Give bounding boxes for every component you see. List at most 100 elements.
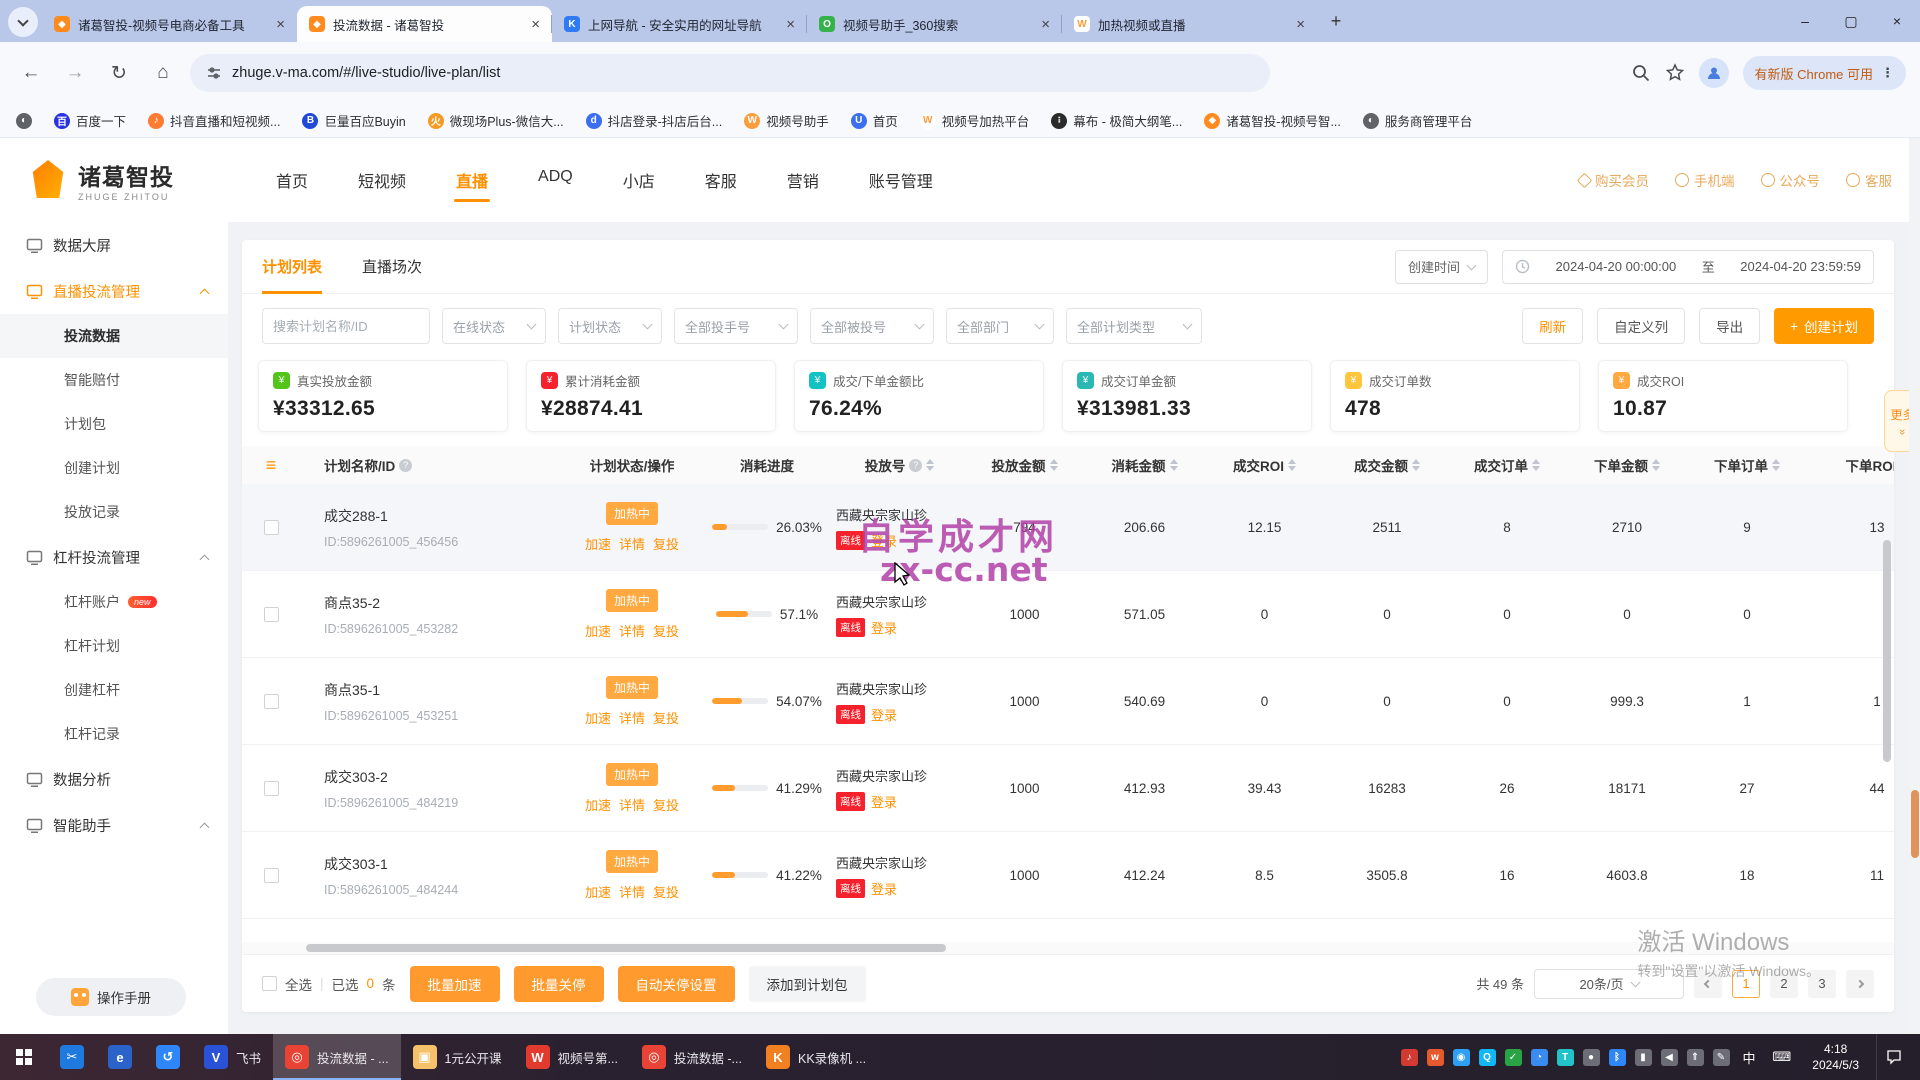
address-bar[interactable]: zhuge.v-ma.com/#/live-studio/live-plan/l… [190,54,1270,92]
sort-icons[interactable] [1050,459,1058,471]
batch-button-批量关停[interactable]: 批量关停 [514,966,604,1002]
todesk-icon[interactable]: T [1557,1049,1574,1066]
sidebar-subitem-杠杆计划[interactable]: 杠杆计划 [0,624,228,668]
taskbar-app[interactable]: ↺ [144,1034,192,1080]
create-plan-button[interactable]: + 创建计划 [1774,308,1874,344]
back-button[interactable]: ← [14,56,48,90]
browser-menu-icon[interactable]: ⋮ [1881,65,1894,81]
row-checkbox[interactable] [264,694,279,709]
login-link[interactable]: 登录 [871,531,897,550]
window-close-button[interactable]: × [1874,0,1920,42]
bookmark-item[interactable]: W 视频号加热平台 [920,111,1030,130]
sidebar-subitem-智能赔付[interactable]: 智能赔付 [0,358,228,402]
quick-link-1[interactable]: 购买会员 [1579,170,1649,190]
table-row[interactable]: 商点35-2 ID:5896261005_453282 加热中 加速详情复投 5… [242,571,1894,658]
next-page-button[interactable] [1846,970,1874,998]
customize-columns-button[interactable]: 自定义列 [1597,308,1685,344]
column-header-投放号[interactable]: 投放号? [832,455,967,475]
row-checkbox[interactable] [264,781,279,796]
sort-icons[interactable] [1288,459,1296,471]
taskbar-app-1元公开课[interactable]: ▣ 1元公开课 [401,1034,514,1080]
security-icon[interactable]: ✓ [1505,1049,1522,1066]
table-row[interactable]: 商点35-1 ID:5896261005_453251 加热中 加速详情复投 5… [242,658,1894,745]
refresh-button[interactable]: ↻ [102,56,136,90]
nav-item-5[interactable]: 小店 [621,140,657,220]
sidebar-subitem-杠杆记录[interactable]: 杠杆记录 [0,712,228,756]
bookmark-item[interactable]: 百 百度一下 [54,111,126,130]
row-checkbox[interactable] [264,520,279,535]
tab-close-icon[interactable]: × [274,15,287,34]
sidebar-subitem-投流数据[interactable]: 投流数据 [0,314,228,358]
op-link-复投[interactable]: 复投 [653,621,679,640]
pen-icon[interactable]: ✎ [1713,1049,1730,1066]
nav-item-7[interactable]: 营销 [785,140,821,220]
nav-item-2[interactable]: 短视频 [356,140,408,220]
op-link-加速[interactable]: 加速 [585,621,611,640]
horizontal-scroll-thumb[interactable] [306,944,946,952]
tab-计划列表[interactable]: 计划列表 [262,240,322,294]
forward-button[interactable]: → [58,56,92,90]
search-input[interactable] [273,319,393,334]
add-to-package-button[interactable]: 添加到计划包 [749,966,866,1002]
ime-indicator[interactable]: 中 [1739,1048,1760,1067]
browser-tab[interactable]: W 加热视频或直播 × [1062,6,1317,42]
op-link-复投[interactable]: 复投 [653,795,679,814]
taskbar-app[interactable]: ✂ [48,1034,96,1080]
filter-select-2[interactable]: 计划状态 [558,308,662,344]
column-header-消耗金额[interactable]: 消耗金额 [1082,455,1207,475]
quick-link-4[interactable]: 客服 [1846,170,1892,190]
tab-close-icon[interactable]: × [784,15,797,34]
date-type-select[interactable]: 创建时间 [1395,250,1488,284]
filter-select-6[interactable]: 全部计划类型 [1066,308,1202,344]
op-link-详情[interactable]: 详情 [619,621,645,640]
column-header-计划名称/ID[interactable]: 计划名称/ID? [300,455,562,475]
row-checkbox[interactable] [264,868,279,883]
page-scrollbar[interactable] [1909,138,1920,1034]
column-header-下单订单[interactable]: 下单订单 [1692,455,1802,475]
netease-music-icon[interactable]: ♪ [1401,1049,1418,1066]
tab-close-icon[interactable]: × [529,15,542,34]
netdisk-icon[interactable]: ◔ [1531,1049,1548,1066]
sidebar-item-智能助手[interactable]: 智能助手 [0,802,228,848]
prev-page-button[interactable] [1694,970,1722,998]
quick-link-2[interactable]: 手机端 [1675,170,1735,190]
tab-search-button[interactable] [8,7,38,37]
table-row[interactable]: 成交303-1 ID:5896261005_484244 加热中 加速详情复投 … [242,832,1894,919]
export-button[interactable]: 导出 [1699,308,1760,344]
column-header-消耗进度[interactable]: 消耗进度 [702,455,832,475]
nav-item-4[interactable]: ADQ [536,140,575,220]
home-button[interactable]: ⌂ [146,56,180,90]
column-header-成交金额[interactable]: 成交金额 [1322,455,1452,475]
quick-link-3[interactable]: 公众号 [1761,170,1821,190]
bookmark-item[interactable]: W 视频号助手 [744,111,829,130]
sidebar-item-直播投流管理[interactable]: 直播投流管理 [0,268,228,314]
op-link-详情[interactable]: 详情 [619,708,645,727]
op-link-加速[interactable]: 加速 [585,708,611,727]
browser-tab[interactable]: K 上网导航 - 安全实用的网址导航 × [552,6,807,42]
column-header-投放金额[interactable]: 投放金额 [967,455,1082,475]
column-header-下单ROI[interactable]: 下单ROI [1802,455,1894,475]
bookmark-item[interactable]: B 巨量百应Buyin [302,111,405,130]
table-row[interactable]: 成交303-2 ID:5896261005_484219 加热中 加速详情复投 … [242,745,1894,832]
sort-icons[interactable] [1170,459,1178,471]
op-link-详情[interactable]: 详情 [619,534,645,553]
info-icon[interactable]: ? [399,459,412,472]
start-button[interactable] [0,1034,48,1080]
column-header-成交订单[interactable]: 成交订单 [1452,455,1562,475]
bookmark-star-icon[interactable] [1665,63,1685,83]
bookmark-item[interactable]: d 抖店登录-抖店后台... [586,111,723,130]
sort-icons[interactable] [1772,459,1780,471]
horizontal-scrollbar[interactable] [242,942,1894,954]
login-link[interactable]: 登录 [871,618,897,637]
select-all-checkbox[interactable] [262,976,277,991]
op-link-复投[interactable]: 复投 [653,882,679,901]
nav-item-8[interactable]: 账号管理 [867,140,935,220]
search-icon[interactable] [1631,63,1651,83]
sidebar-subitem-创建杠杆[interactable]: 创建杠杆 [0,668,228,712]
taskbar-app-投流数据 - ...[interactable]: ◎ 投流数据 - ... [273,1034,401,1080]
nav-item-6[interactable]: 客服 [703,140,739,220]
bookmark-item[interactable]: ◆ 诸葛智投-视频号智... [1204,111,1341,130]
weibo-icon[interactable]: w [1427,1049,1444,1066]
page-button-3[interactable]: 3 [1808,970,1836,998]
wemeet-icon[interactable]: ◉ [1453,1049,1470,1066]
